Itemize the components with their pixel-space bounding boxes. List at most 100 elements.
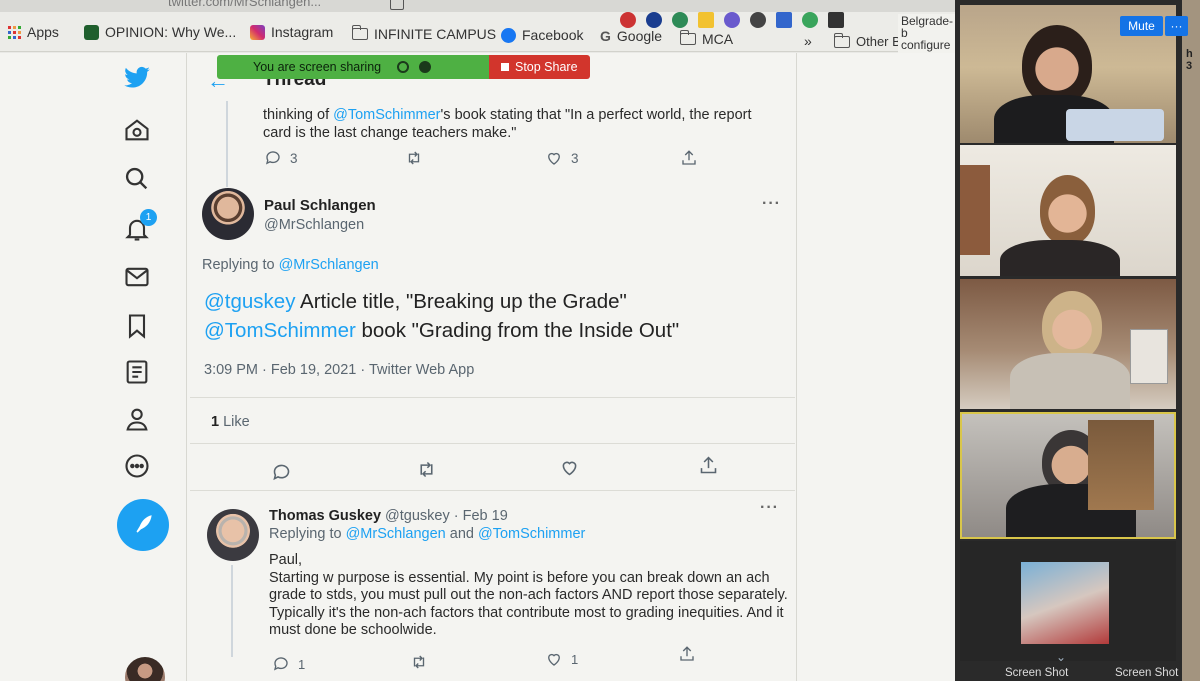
video-tile[interactable] [960, 145, 1176, 276]
mute-button[interactable]: Mute [1120, 16, 1163, 36]
bookmark-infinite-campus[interactable]: INFINITE CAMPUS [352, 25, 496, 42]
bookshelf-image [1088, 420, 1154, 510]
mention-link[interactable]: @tguskey [204, 290, 295, 313]
lists-icon[interactable] [123, 358, 153, 388]
author-handle[interactable]: @tguskey · Feb 19 [385, 508, 508, 524]
compose-tweet-button[interactable] [117, 499, 169, 551]
reply-action[interactable]: 3 [264, 149, 298, 167]
share-action[interactable] [680, 149, 698, 167]
participant-video [1042, 291, 1102, 361]
tweet-timestamp[interactable]: 3:09 PM · Feb 19, 2021 · Twitter Web App [204, 362, 474, 378]
reply-action[interactable]: 1 [272, 655, 305, 673]
mention-link[interactable]: @TomSchimmer [204, 319, 356, 342]
messages-envelope-icon[interactable] [123, 263, 153, 293]
shield-icon[interactable] [419, 61, 432, 73]
reply-icon [265, 151, 280, 165]
chevron-down-icon[interactable]: ⌄ [1056, 650, 1066, 664]
bookmarks-icon[interactable] [123, 312, 153, 342]
puzzle-icon[interactable] [828, 12, 844, 28]
like-action[interactable]: 3 [545, 149, 579, 167]
explore-search-icon[interactable] [123, 165, 153, 195]
mention-link[interactable]: @TomSchimmer [333, 107, 440, 123]
video-tile[interactable] [960, 279, 1176, 409]
video-tile-active-speaker[interactable] [960, 412, 1176, 539]
toolbar-icons [390, 0, 404, 10]
notifications-bell-icon[interactable]: 1 [123, 209, 157, 245]
extension-icon[interactable] [724, 12, 740, 28]
retweet-icon [408, 151, 420, 165]
extension-icon[interactable] [620, 12, 636, 28]
share-icon [680, 646, 694, 661]
bookmark-apps[interactable]: Apps [8, 24, 59, 40]
more-options-icon[interactable] [123, 452, 153, 482]
extension-icon[interactable] [672, 12, 688, 28]
reply-action[interactable] [271, 462, 292, 483]
participant-video [1040, 175, 1095, 245]
mention-link[interactable]: @TomSchimmer [478, 526, 585, 542]
home-icon[interactable] [123, 116, 153, 146]
bookmark-google[interactable]: G Google [600, 28, 662, 44]
notification-badge: 1 [140, 209, 157, 226]
tweet-more-icon[interactable]: ··· [760, 499, 779, 517]
heart-icon [562, 461, 577, 476]
drive-icon[interactable] [698, 12, 714, 28]
feather-icon [134, 515, 152, 534]
profile-icon[interactable] [123, 405, 153, 435]
replying-to: Replying to @MrSchlangen and @TomSchimme… [269, 526, 586, 542]
share-action[interactable] [698, 455, 719, 476]
mention-link[interactable]: @MrSchlangen [279, 257, 379, 273]
extension-icon[interactable] [802, 12, 818, 28]
author-name[interactable]: Thomas Guskey [269, 508, 381, 524]
bookmark-instagram[interactable]: Instagram [250, 24, 333, 40]
address-bar[interactable]: twitter.com/MrSchlangen... [0, 0, 960, 12]
star-icon[interactable] [390, 0, 404, 10]
retweet-icon [420, 461, 433, 478]
likes-count[interactable]: 1 Like [211, 414, 250, 430]
heart-icon [548, 152, 560, 165]
retweet-icon [413, 655, 425, 669]
author-name[interactable]: Paul Schlangen [264, 197, 376, 214]
column-divider [186, 53, 187, 681]
twitter-logo-icon[interactable] [123, 63, 153, 93]
more-options-button[interactable]: ··· [1165, 16, 1188, 36]
google-icon: G [600, 28, 611, 44]
tweet-text: Paul, Starting w purpose is essential. M… [269, 552, 788, 638]
tweet-more-icon[interactable]: ··· [762, 195, 781, 213]
thread-connector [226, 101, 228, 187]
account-avatar[interactable] [125, 657, 165, 681]
bookmark-mca[interactable]: MCA [680, 30, 733, 47]
bookmark-opinion[interactable]: OPINION: Why We... [84, 24, 236, 40]
bookmarks-bar: Apps OPINION: Why We... Instagram INFINI… [0, 12, 960, 64]
stop-share-button[interactable]: Stop Share [489, 55, 590, 79]
author-handle[interactable]: @MrSchlangen [264, 217, 364, 233]
participant-video [1022, 25, 1092, 105]
extension-icon[interactable] [776, 12, 792, 28]
screen-share-banner: You are screen sharing Stop Share [217, 55, 590, 79]
previous-tweet-text: thinking of @TomSchimmer's book stating … [263, 107, 752, 141]
extension-icon[interactable] [750, 12, 766, 28]
left-nav: 1 [100, 53, 180, 681]
sharing-status[interactable]: You are screen sharing [217, 55, 489, 79]
stop-icon [501, 63, 509, 71]
retweet-action[interactable] [405, 149, 423, 167]
bookmarks-overflow[interactable]: » [804, 33, 812, 49]
avatar[interactable] [202, 188, 254, 240]
avatar[interactable] [207, 509, 259, 561]
participant-body [1000, 240, 1120, 276]
extension-icon[interactable] [646, 12, 662, 28]
mention-link[interactable]: @MrSchlangen [346, 526, 446, 542]
desktop-file-label[interactable]: Screen Shot [1005, 667, 1068, 679]
share-icon [700, 456, 717, 474]
column-divider [796, 53, 797, 681]
retweet-action[interactable] [416, 459, 437, 480]
window-edge: h 3 [1182, 0, 1200, 681]
reply-author[interactable]: Thomas Guskey @tguskey · Feb 19 [269, 508, 508, 524]
like-action[interactable] [559, 457, 580, 478]
share-action[interactable] [678, 645, 696, 663]
phone-image [1066, 109, 1164, 141]
like-action[interactable]: 1 [545, 650, 578, 668]
bookmark-facebook[interactable]: Facebook [501, 27, 583, 43]
pause-icon[interactable] [397, 61, 410, 73]
desktop-file-label[interactable]: Screen Shot [1115, 667, 1178, 679]
retweet-action[interactable] [410, 653, 428, 671]
